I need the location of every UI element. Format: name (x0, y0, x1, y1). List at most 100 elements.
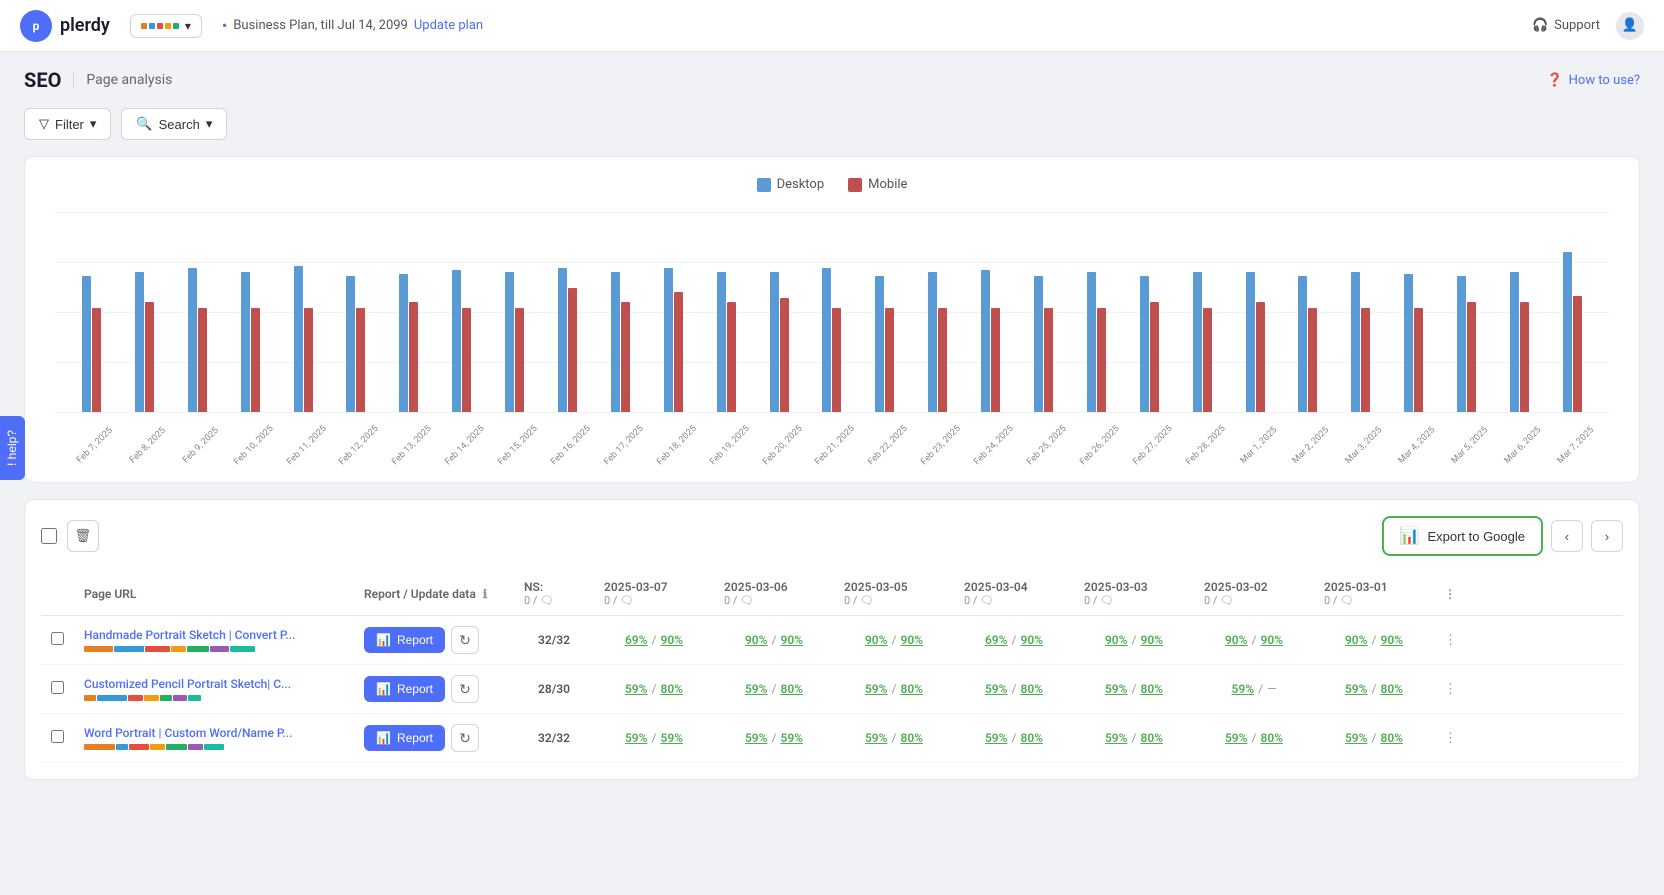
user-avatar[interactable]: 👤 (1616, 12, 1644, 40)
support-button[interactable]: 🎧 Support (1532, 18, 1600, 33)
plan-selector[interactable]: ▾ (130, 14, 202, 38)
th-date7: 2025-03-01 0 / 🗨 (1314, 572, 1434, 616)
bar-blue (346, 276, 355, 412)
row-checkbox[interactable] (51, 681, 64, 694)
dot3 (157, 23, 163, 29)
desktop-legend: Desktop (757, 177, 825, 192)
refresh-button[interactable]: ↻ (451, 626, 479, 654)
user-icon: 👤 (1622, 18, 1638, 33)
bar-red (1361, 308, 1370, 412)
bar-red (1308, 308, 1317, 412)
th-url: Page URL (74, 572, 354, 616)
score-right: 90% (660, 633, 683, 647)
score-pair: 59% / 80% (1204, 731, 1304, 745)
page-url-bar (84, 695, 344, 701)
report-button[interactable]: 📊 Report (364, 627, 445, 653)
score-left: 90% (745, 633, 768, 647)
score-pair: 69% / 90% (604, 633, 704, 647)
th-date2: 2025-03-06 0 / 🗨 (714, 572, 834, 616)
logo-icon: p (20, 10, 52, 42)
score-right: 90% (780, 633, 803, 647)
bar-group (805, 268, 858, 412)
help-button[interactable]: ! help? (0, 415, 25, 479)
export-to-google-button[interactable]: 📊 Export to Google (1382, 516, 1543, 556)
x-label: Feb 21, 2025 (813, 423, 857, 467)
score-pair: 90% / 90% (724, 633, 824, 647)
score-right: 59% (780, 731, 803, 745)
seo-label: SEO (24, 68, 61, 92)
score-left: 59% (745, 731, 768, 745)
x-labels: Feb 7, 2025Feb 8, 2025Feb 9, 2025Feb 10,… (55, 442, 1609, 452)
bar-red (462, 308, 471, 412)
bar-blue (1034, 276, 1043, 412)
bar-blue (1351, 272, 1360, 412)
score-pair: 59% / 80% (964, 682, 1064, 696)
bar-group (1387, 274, 1440, 412)
date2-count: 0 / 🗨 (724, 594, 824, 607)
page-url-bar (84, 744, 344, 750)
row-checkbox[interactable] (51, 632, 64, 645)
score-pair: 59% / 80% (844, 731, 944, 745)
x-label: Feb 7, 2025 (73, 423, 117, 467)
score-left: 69% (625, 633, 648, 647)
refresh-button[interactable]: ↻ (451, 724, 479, 752)
trash-icon: 🗑 (75, 528, 92, 544)
page-title-link[interactable]: Handmade Portrait Sketch | Convert P... (84, 628, 344, 642)
search-label: Search (159, 117, 200, 132)
bar-red (1573, 296, 1582, 412)
page-title-link[interactable]: Customized Pencil Portrait Sketch| C... (84, 677, 344, 691)
select-all-checkbox[interactable] (41, 528, 57, 544)
more-icon[interactable]: ⋮ (1444, 731, 1457, 746)
headphones-icon: 🎧 (1532, 18, 1548, 33)
bar-blue (981, 270, 990, 412)
header-right: 🎧 Support 👤 (1532, 12, 1644, 40)
info-icon: ℹ (483, 587, 488, 601)
search-button[interactable]: 🔍 Search ▾ (121, 108, 227, 140)
score-pair: 59% / 80% (604, 682, 704, 696)
report-button[interactable]: 📊 Report (364, 725, 445, 751)
help-label: ! help? (5, 429, 19, 465)
bar-blue (611, 272, 620, 412)
bar-red (145, 302, 154, 412)
filter-button[interactable]: ▽ Filter ▾ (24, 108, 111, 140)
more-icon[interactable]: ⋮ (1444, 633, 1457, 648)
chart-section: Desktop Mobile Feb 7, 2025Feb 8, 2025Feb… (24, 156, 1640, 483)
toolbar: ▽ Filter ▾ 🔍 Search ▾ (24, 108, 1640, 140)
th-date3: 2025-03-05 0 / 🗨 (834, 572, 954, 616)
bar-blue (241, 272, 250, 412)
more-icon[interactable]: ⋮ (1444, 682, 1457, 697)
bar-blue (1298, 276, 1307, 412)
how-to-use-link[interactable]: ❓ How to use? (1546, 73, 1640, 88)
mobile-label: Mobile (868, 177, 907, 192)
score-left: 59% (1105, 682, 1128, 696)
prev-page-button[interactable]: ‹ (1551, 520, 1583, 552)
score-pair: 59% / 80% (1324, 682, 1424, 696)
score-right: 80% (660, 682, 683, 696)
table-toolbar: 🗑 📊 Export to Google ‹ › (41, 516, 1623, 556)
th-date4: 2025-03-04 0 / 🗨 (954, 572, 1074, 616)
x-label: Mar 1, 2025 (1236, 423, 1280, 467)
report-button[interactable]: 📊 Report (364, 676, 445, 702)
x-label: Feb 9, 2025 (179, 423, 223, 467)
row-checkbox[interactable] (51, 730, 64, 743)
page-title-area: SEO Page analysis (24, 68, 172, 92)
score-pair: 90% / 90% (1324, 633, 1424, 647)
bar-red (515, 308, 524, 412)
ns-count-value: 32/32 (538, 633, 570, 647)
chevron-right-icon: › (1605, 529, 1609, 544)
delete-button[interactable]: 🗑 (67, 520, 99, 552)
table-row: Handmade Portrait Sketch | Convert P... … (41, 616, 1623, 665)
bar-red (832, 308, 841, 412)
page-title-link[interactable]: Word Portrait | Custom Word/Name P... (84, 726, 344, 740)
bar-red (1203, 308, 1212, 412)
bar-group (1334, 272, 1387, 412)
score-right: 80% (900, 682, 923, 696)
logo: p plerdy (20, 10, 110, 42)
search-icon: 🔍 (136, 116, 152, 132)
refresh-button[interactable]: ↻ (451, 675, 479, 703)
page-url-bar (84, 646, 344, 652)
bar-red (780, 298, 789, 412)
x-label: Feb 24, 2025 (972, 423, 1016, 467)
update-plan-link[interactable]: Update plan (414, 18, 483, 33)
next-page-button[interactable]: › (1591, 520, 1623, 552)
